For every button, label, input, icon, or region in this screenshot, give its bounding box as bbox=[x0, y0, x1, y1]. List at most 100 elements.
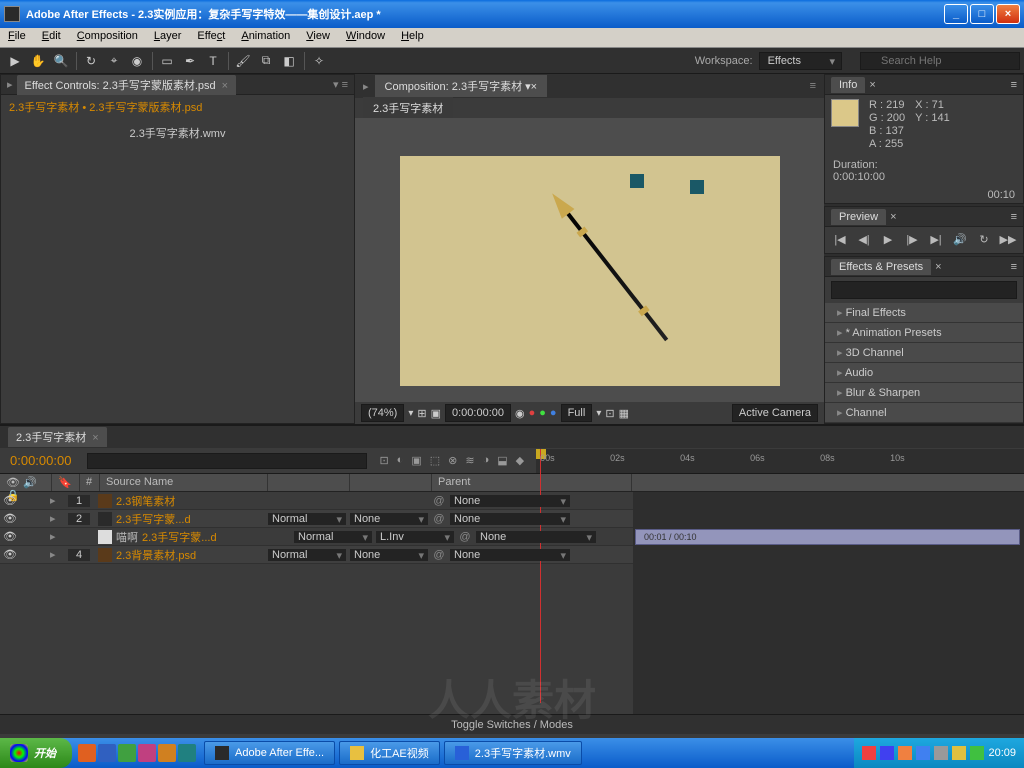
menu-window[interactable]: Window bbox=[338, 28, 393, 47]
menu-edit[interactable]: Edit bbox=[34, 28, 69, 47]
transparency-icon[interactable]: ⊡ bbox=[605, 407, 614, 420]
snapshot-icon[interactable]: ◉ bbox=[515, 407, 525, 420]
camera-selector[interactable]: Active Camera bbox=[732, 404, 818, 422]
effects-category[interactable]: Channel bbox=[825, 403, 1023, 423]
time-ruler[interactable]: 00s02s04s06s08s10s bbox=[536, 449, 1024, 473]
layer-name[interactable]: 2.3背景素材.psd bbox=[116, 547, 266, 563]
menu-file[interactable]: File bbox=[0, 28, 34, 47]
zoom-tool[interactable]: 🔍 bbox=[50, 51, 72, 71]
resolution-selector[interactable]: Full bbox=[561, 404, 593, 422]
next-frame-button[interactable]: |▶ bbox=[903, 231, 921, 247]
layer-row[interactable]: 👁▸喵啊2.3手写字蒙...dNormalL.Inv@None bbox=[0, 528, 633, 546]
prev-frame-button[interactable]: ◀| bbox=[855, 231, 873, 247]
panel-menu-icon[interactable]: ≡ bbox=[810, 80, 816, 92]
layer-row[interactable]: 👁▸12.3钢笔素材@None bbox=[0, 492, 633, 510]
tl-shy-icon[interactable]: ⊡ bbox=[379, 454, 388, 467]
zoom-level[interactable]: (74%) bbox=[361, 404, 404, 422]
rect-tool[interactable]: ▭ bbox=[156, 51, 178, 71]
ql-icon[interactable] bbox=[178, 744, 196, 762]
tray-icon[interactable] bbox=[934, 746, 948, 760]
track-matte-selector[interactable]: None bbox=[350, 513, 428, 525]
tray-icon[interactable] bbox=[862, 746, 876, 760]
timecode[interactable]: 0:00:00:00 bbox=[0, 453, 81, 468]
composition-viewer[interactable]: (74%)▾ ⊞ ▣ 0:00:00:00 ◉ ●●● Full▾ ⊡ ▦ Ac… bbox=[355, 118, 824, 424]
puppet-tool[interactable]: ✧ bbox=[308, 51, 330, 71]
menu-layer[interactable]: Layer bbox=[146, 28, 190, 47]
layer-row[interactable]: 👁▸42.3背景素材.psdNormalNone@None bbox=[0, 546, 633, 564]
effects-category[interactable]: Final Effects bbox=[825, 303, 1023, 323]
tl-motion-icon[interactable]: ◑ bbox=[483, 454, 490, 467]
tl-fx-icon[interactable]: ≋ bbox=[465, 454, 474, 467]
visibility-toggle[interactable]: 👁 bbox=[0, 494, 20, 507]
menu-composition[interactable]: Composition bbox=[69, 28, 146, 47]
layer-name[interactable]: 2.3手写字蒙...d bbox=[116, 511, 266, 527]
clone-tool[interactable]: ⧉ bbox=[255, 51, 277, 71]
layer-name[interactable]: 2.3手写字蒙...d bbox=[142, 529, 292, 545]
pen-tool[interactable]: ✒ bbox=[179, 51, 201, 71]
pan-behind-tool[interactable]: ◉ bbox=[126, 51, 148, 71]
ql-icon[interactable] bbox=[158, 744, 176, 762]
taskbar-item[interactable]: 2.3手写字素材.wmv bbox=[444, 741, 582, 765]
pickwhip-icon[interactable]: @ bbox=[430, 513, 448, 525]
workspace-selector[interactable]: Effects bbox=[759, 52, 842, 70]
menu-animation[interactable]: Animation bbox=[233, 28, 298, 47]
parent-selector[interactable]: None bbox=[450, 513, 570, 525]
effect-controls-breadcrumb[interactable]: 2.3手写字素材 • 2.3手写字蒙版素材.psd bbox=[1, 95, 354, 119]
selection-tool[interactable]: ▶ bbox=[4, 51, 26, 71]
3d-view-icon[interactable]: ▦ bbox=[619, 407, 629, 420]
brush-tool[interactable]: 🖌 bbox=[232, 51, 254, 71]
ql-icon[interactable] bbox=[98, 744, 116, 762]
blend-mode-selector[interactable]: Normal bbox=[294, 531, 372, 543]
ram-preview-button[interactable]: ▶▶ bbox=[999, 231, 1017, 247]
ql-icon[interactable] bbox=[78, 744, 96, 762]
tl-brain-icon[interactable]: ⊗ bbox=[448, 454, 457, 467]
audio-button[interactable]: 🔊 bbox=[951, 231, 969, 247]
blend-mode-selector[interactable]: Normal bbox=[268, 549, 346, 561]
tray-icon[interactable] bbox=[880, 746, 894, 760]
parent-selector[interactable]: None bbox=[476, 531, 596, 543]
ql-icon[interactable] bbox=[118, 744, 136, 762]
visibility-toggle[interactable]: 👁 bbox=[0, 530, 20, 543]
layer-name[interactable]: 2.3钢笔素材 bbox=[116, 493, 266, 509]
visibility-toggle[interactable]: 👁 bbox=[0, 512, 20, 525]
tl-keys-icon[interactable]: ◆ bbox=[516, 454, 524, 467]
effects-category[interactable]: Blur & Sharpen bbox=[825, 383, 1023, 403]
tl-3d-icon[interactable]: ▣ bbox=[411, 454, 421, 467]
track-matte-selector[interactable]: L.Inv bbox=[376, 531, 454, 543]
system-tray[interactable]: 20:09 bbox=[854, 738, 1024, 768]
menu-effect[interactable]: Effect bbox=[189, 28, 233, 47]
close-icon[interactable]: × bbox=[222, 80, 228, 92]
effects-search-input[interactable] bbox=[831, 281, 1017, 299]
last-frame-button[interactable]: ▶| bbox=[927, 231, 945, 247]
track-matte-selector[interactable]: None bbox=[350, 549, 428, 561]
hand-tool[interactable]: ✋ bbox=[27, 51, 49, 71]
panel-menu-icon[interactable]: ▾ ≡ bbox=[333, 78, 348, 91]
effects-category[interactable]: 3D Channel bbox=[825, 343, 1023, 363]
play-button[interactable]: ▶ bbox=[879, 231, 897, 247]
window-minimize-button[interactable]: _ bbox=[944, 4, 968, 24]
composition-subtab[interactable]: 2.3手写字素材 bbox=[363, 97, 453, 119]
help-search-input[interactable] bbox=[860, 52, 1020, 70]
tray-icon[interactable] bbox=[898, 746, 912, 760]
visibility-toggle[interactable]: 👁 bbox=[0, 548, 20, 561]
effects-presets-tab[interactable]: Effects & Presets bbox=[831, 259, 931, 275]
tray-icon[interactable] bbox=[970, 746, 984, 760]
effects-category[interactable]: * Animation Presets bbox=[825, 323, 1023, 343]
info-panel-tab[interactable]: Info bbox=[831, 77, 865, 93]
close-icon[interactable]: × bbox=[531, 81, 537, 93]
menu-help[interactable]: Help bbox=[393, 28, 432, 47]
camera-tool[interactable]: ⌖ bbox=[103, 51, 125, 71]
parent-selector[interactable]: None bbox=[450, 495, 570, 507]
tl-blur-icon[interactable]: ◐ bbox=[397, 454, 404, 467]
composition-tab[interactable]: Composition: 2.3手写字素材 ▾× bbox=[375, 75, 548, 97]
start-button[interactable]: 开始 bbox=[0, 738, 72, 768]
mask-icon[interactable]: ▣ bbox=[431, 407, 441, 420]
timeline-search[interactable] bbox=[87, 453, 367, 469]
text-tool[interactable]: T bbox=[202, 51, 224, 71]
blend-mode-selector[interactable]: Normal bbox=[268, 513, 346, 525]
tray-icon[interactable] bbox=[916, 746, 930, 760]
pickwhip-icon[interactable]: @ bbox=[430, 495, 448, 507]
grid-icon[interactable]: ⊞ bbox=[417, 407, 426, 420]
first-frame-button[interactable]: |◀ bbox=[831, 231, 849, 247]
eraser-tool[interactable]: ◧ bbox=[278, 51, 300, 71]
